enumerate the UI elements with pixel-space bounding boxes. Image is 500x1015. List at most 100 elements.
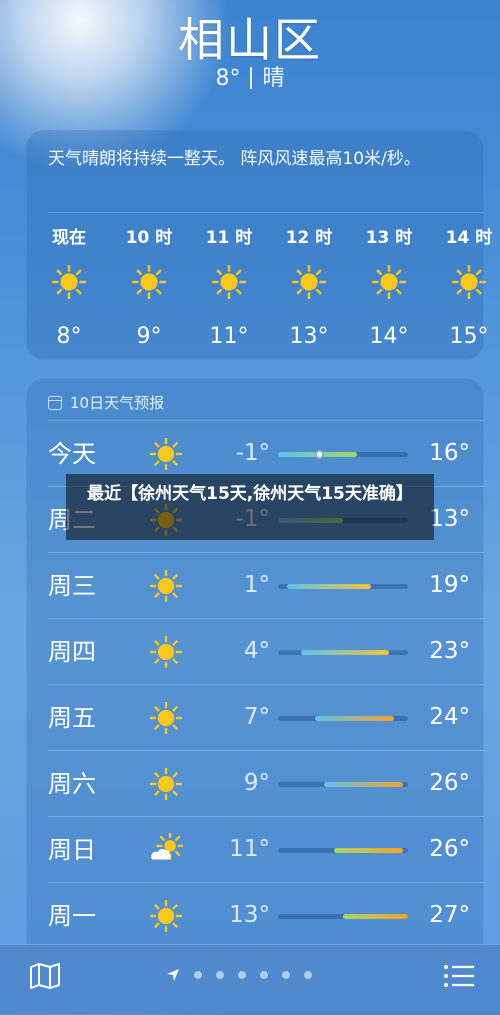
page-dot[interactable] <box>238 971 246 979</box>
separator <box>250 67 253 89</box>
sun-icon <box>146 434 186 474</box>
temp-range-fill <box>287 584 371 589</box>
hour-item: 12 时 13° <box>274 226 344 352</box>
high-temp: 19° <box>429 572 470 598</box>
partly-cloudy-icon <box>146 830 186 870</box>
day-name: 周一 <box>48 902 96 930</box>
high-temp: 16° <box>429 440 470 466</box>
hour-item: 现在 8° <box>34 226 104 352</box>
day-row[interactable]: 周三 1° 19° <box>26 552 484 618</box>
low-temp: 13° <box>229 902 270 928</box>
temp-range-bar <box>278 584 408 589</box>
page-dot[interactable] <box>304 971 312 979</box>
day-row[interactable]: 周一 13° 27° <box>26 882 484 948</box>
day-row[interactable]: 周日 11° 26° <box>26 816 484 882</box>
day-name: 周四 <box>48 638 96 666</box>
hour-item: 13 时 14° <box>354 226 424 352</box>
high-temp: 23° <box>429 638 470 664</box>
high-temp: 26° <box>429 770 470 796</box>
divider <box>48 816 484 817</box>
hour-temp: 11° <box>209 324 249 349</box>
day-name: 今天 <box>48 440 96 468</box>
day-name: 周五 <box>48 704 96 732</box>
hour-label: 12 时 <box>285 228 333 248</box>
ten-day-forecast-card[interactable]: 10日天气预报 今天 -1° 16° 周二 -1° 13° 周三 1° 19° … <box>26 378 484 958</box>
current-condition: 晴 <box>262 66 285 91</box>
map-button[interactable] <box>28 961 62 991</box>
hour-item: 11 时 11° <box>194 226 264 352</box>
divider <box>48 750 484 751</box>
sun-icon <box>34 260 104 304</box>
current-weather: 8° 晴 <box>0 66 500 92</box>
list-icon <box>444 965 474 987</box>
hourly-forecast-card[interactable]: 天气晴朗将持续一整天。 阵风风速最高10米/秒。 现在 8° 10 时 9° 11 … <box>26 130 492 360</box>
hour-item: 14 时 15° <box>434 226 500 352</box>
low-temp: 11° <box>229 836 270 862</box>
location-arrow-icon <box>166 968 180 982</box>
page-dot[interactable] <box>260 971 268 979</box>
hour-label: 11 时 <box>205 228 253 248</box>
day-name: 周三 <box>48 572 96 600</box>
temp-range-bar <box>278 716 408 721</box>
location-pager[interactable] <box>166 967 312 983</box>
day-row[interactable]: 周六 9° 26° <box>26 750 484 816</box>
temp-range-bar <box>278 450 408 459</box>
hour-label: 10 时 <box>125 228 173 248</box>
page-dot[interactable] <box>216 971 224 979</box>
hour-temp: 15° <box>449 324 489 349</box>
temp-range-bar <box>278 650 408 655</box>
low-temp: 4° <box>243 638 270 664</box>
day-row[interactable]: 周五 7° 24° <box>26 684 484 750</box>
ten-day-header: 10日天气预报 <box>48 392 164 413</box>
hour-temp: 14° <box>369 324 409 349</box>
sun-icon <box>274 260 344 304</box>
sun-icon <box>146 566 186 606</box>
weather-summary: 天气晴朗将持续一整天。 阵风风速最高10米/秒。 <box>48 149 421 169</box>
low-temp: -1° <box>235 440 270 466</box>
day-row[interactable]: 周四 4° 23° <box>26 618 484 684</box>
bottom-toolbar <box>0 944 500 1015</box>
hour-temp: 9° <box>136 324 162 349</box>
hourly-list[interactable]: 现在 8° 10 时 9° 11 时 11° 12 时 13° 13 时 14° 14 时… <box>26 226 492 356</box>
divider <box>48 684 484 685</box>
high-temp: 24° <box>429 704 470 730</box>
divider <box>48 882 484 883</box>
location-list-button[interactable] <box>442 963 476 989</box>
sun-icon <box>434 260 500 304</box>
current-temp-dot <box>315 450 325 459</box>
temp-range-fill <box>324 782 404 787</box>
divider <box>48 420 484 421</box>
divider <box>48 552 484 553</box>
sun-icon <box>354 260 424 304</box>
page-dot[interactable] <box>194 971 202 979</box>
sun-icon <box>194 260 264 304</box>
sun-icon <box>114 260 184 304</box>
hour-item: 10 时 9° <box>114 226 184 352</box>
divider <box>48 212 484 213</box>
temp-range-bar <box>278 848 408 853</box>
temp-range-bar <box>278 782 408 787</box>
temp-range-fill <box>343 914 408 919</box>
temp-range-bar <box>278 914 408 919</box>
high-temp: 27° <box>429 902 470 928</box>
low-temp: 9° <box>243 770 270 796</box>
overlay-banner: 最近【徐州天气15天,徐州天气15天准确】 <box>66 474 434 540</box>
sun-icon <box>146 764 186 804</box>
low-temp: 7° <box>243 704 270 730</box>
temp-range-fill <box>301 650 390 655</box>
location-header: 相山区 8° 晴 <box>0 12 500 92</box>
city-name: 相山区 <box>178 13 322 67</box>
day-name: 周六 <box>48 770 96 798</box>
hour-label: 13 时 <box>365 228 413 248</box>
high-temp: 26° <box>429 836 470 862</box>
ten-day-title: 10日天气预报 <box>70 394 165 412</box>
low-temp: 1° <box>243 572 270 598</box>
hour-label: 现在 <box>52 228 86 248</box>
calendar-icon <box>48 395 62 410</box>
hour-label: 14 时 <box>445 228 493 248</box>
sun-icon <box>146 698 186 738</box>
divider <box>48 618 484 619</box>
day-name: 周日 <box>48 836 96 864</box>
sun-icon <box>146 632 186 672</box>
page-dot[interactable] <box>282 971 290 979</box>
